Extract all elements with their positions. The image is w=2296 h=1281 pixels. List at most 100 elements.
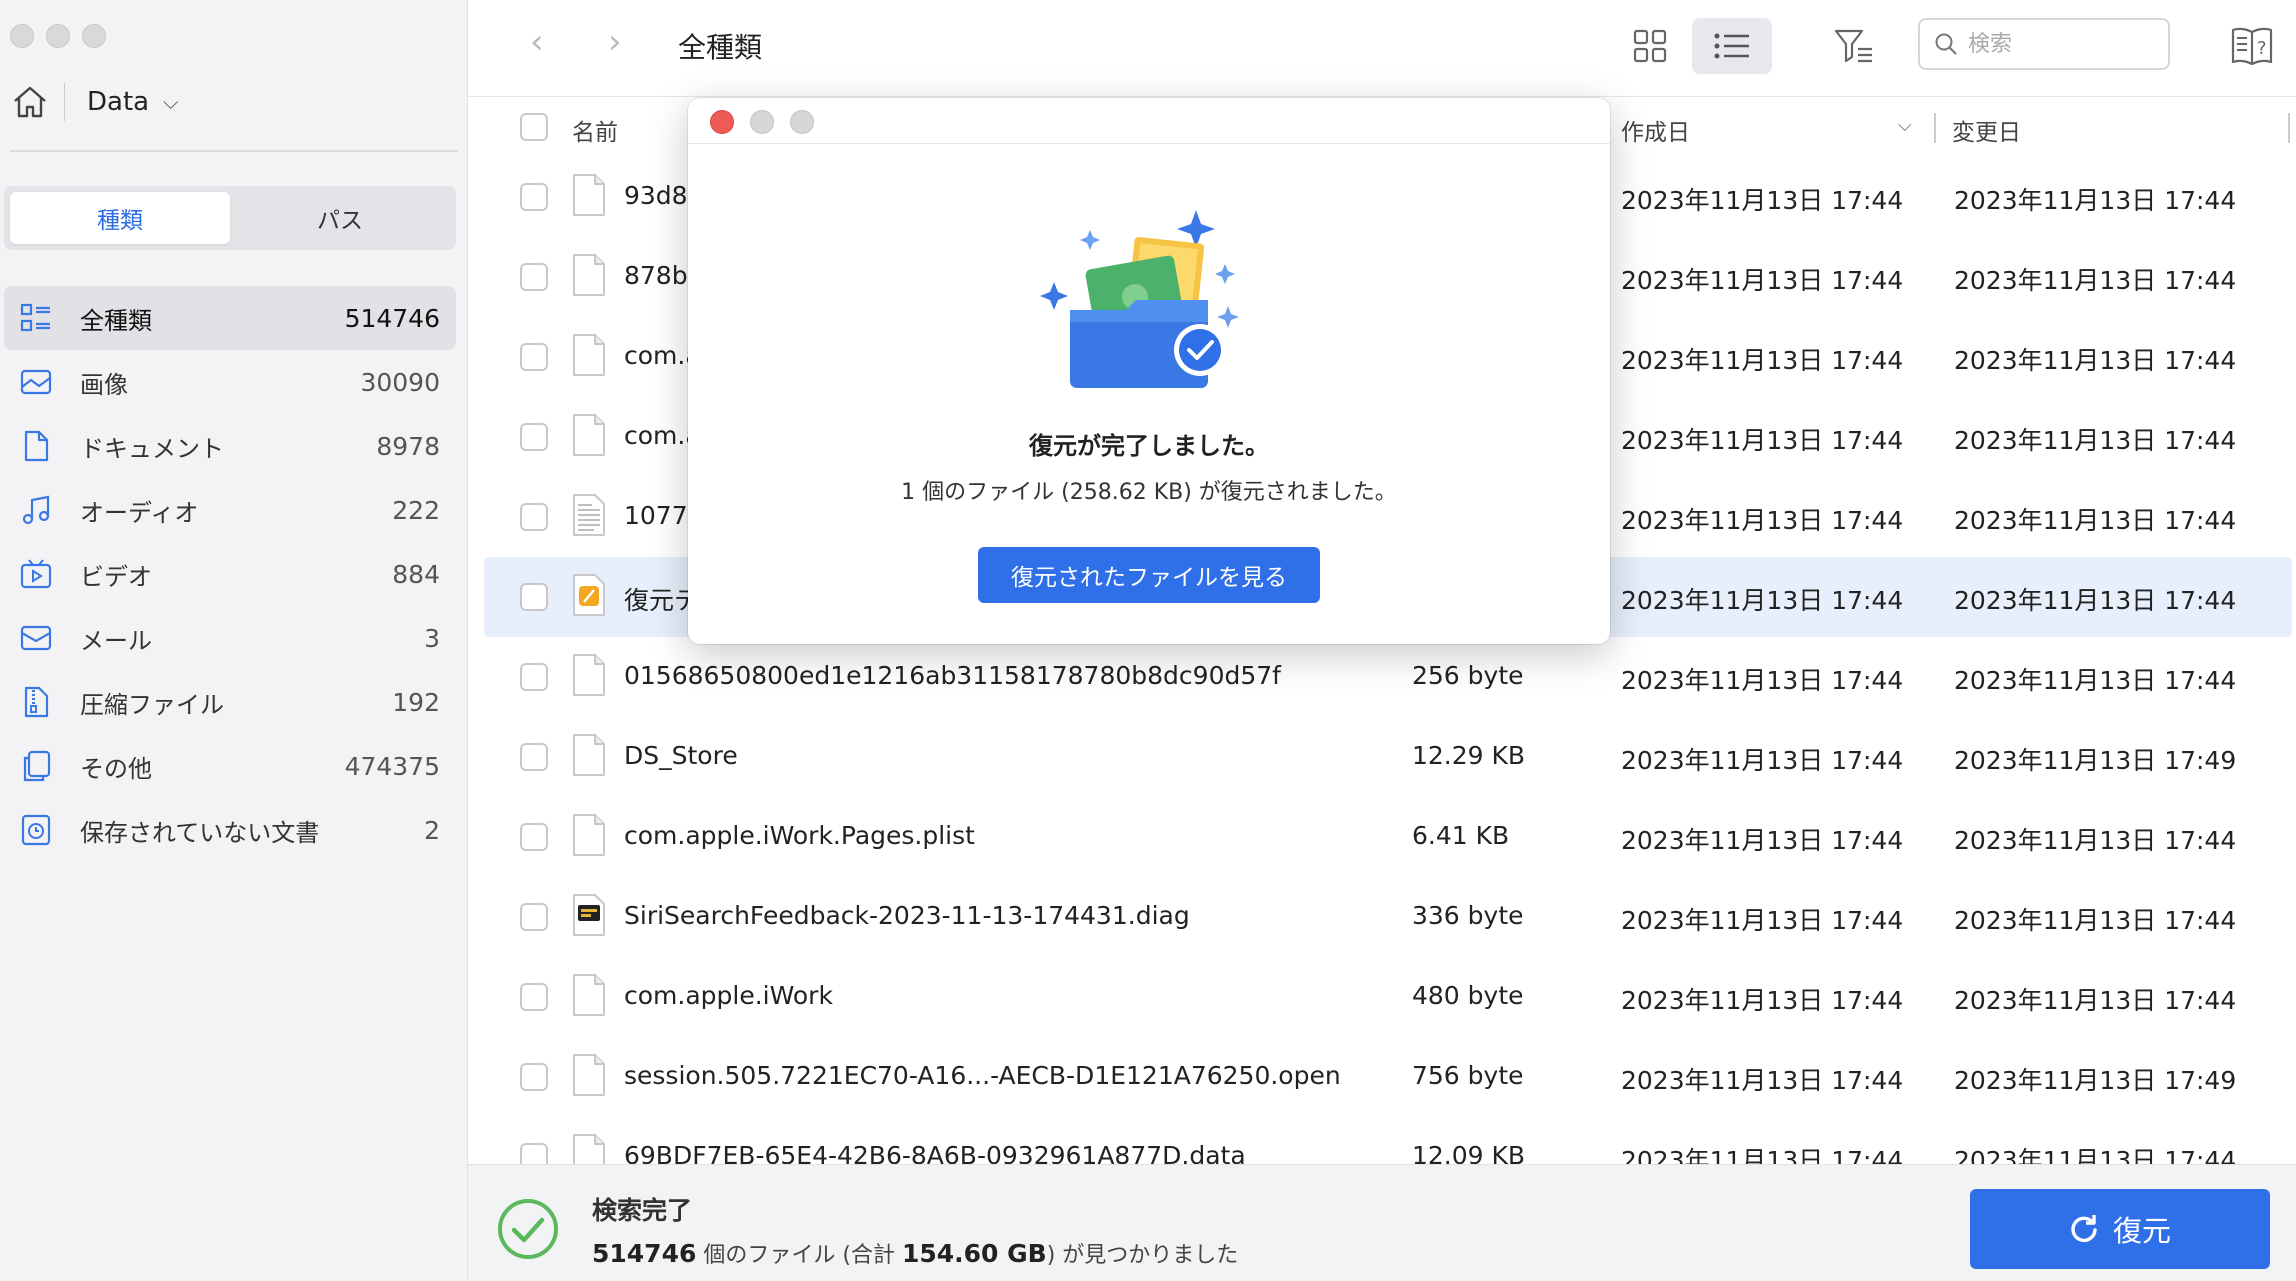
modified-date: 2023年11月13日 17:44: [1954, 346, 2237, 375]
row-checkbox[interactable]: [520, 903, 548, 931]
table-row[interactable]: com.apple.iWork.Pages.plist 6.41 KB 2023年1…: [468, 797, 2296, 877]
created-date: 2023年11月13日 17:44: [1621, 266, 1904, 295]
row-checkbox[interactable]: [520, 343, 548, 371]
status-title: 検索完了: [592, 1196, 693, 1225]
view-recovered-files-button[interactable]: 復元されたファイルを見る: [978, 547, 1320, 603]
file-icon: [572, 893, 606, 937]
category-other[interactable]: その他 474375: [4, 734, 456, 798]
row-checkbox[interactable]: [520, 503, 548, 531]
table-row[interactable]: SiriSearchFeedback-2023-11-13-174431.dia…: [468, 877, 2296, 957]
category-video[interactable]: ビデオ 884: [4, 542, 456, 606]
row-checkbox[interactable]: [520, 743, 548, 771]
select-all-checkbox[interactable]: [520, 113, 548, 141]
file-name: com.apple.iWork: [624, 981, 833, 1010]
archive-icon: [18, 684, 54, 720]
filter-icon: [1834, 29, 1872, 63]
column-header-created[interactable]: 作成日: [1621, 113, 1690, 147]
drive-selector[interactable]: Data ⌵: [10, 80, 178, 124]
row-checkbox[interactable]: [520, 183, 548, 211]
table-row[interactable]: DS_Store 12.29 KB 2023年11月13日 17:44 2023年11…: [468, 717, 2296, 797]
image-icon: [18, 364, 54, 400]
file-icon: [572, 1053, 606, 1097]
forward-chevron-icon[interactable]: ›: [608, 22, 622, 62]
sort-chevron-icon[interactable]: ⌵: [1898, 115, 1912, 136]
column-divider: [2288, 113, 2290, 143]
created-date: 2023年11月13日 17:44: [1621, 186, 1904, 215]
category-mail[interactable]: メール 3: [4, 606, 456, 670]
dialog-window-controls: [710, 110, 814, 134]
table-row[interactable]: session.505.7221EC70-A16...-AECB-D1E121A…: [468, 1037, 2296, 1117]
chevron-down-icon[interactable]: ⌵: [163, 90, 178, 114]
table-row[interactable]: 69BDF7EB-65E4-42B6-8A6B-0932961A877D.dat…: [468, 1117, 2296, 1164]
filter-button[interactable]: [1814, 18, 1894, 74]
segment-type[interactable]: 種類: [10, 192, 230, 244]
list-view-button[interactable]: [1692, 18, 1772, 74]
window-minimize-button[interactable]: [46, 24, 70, 48]
help-button[interactable]: ?: [2212, 18, 2292, 74]
search-input[interactable]: [1968, 31, 2158, 57]
search-box[interactable]: [1918, 18, 2170, 70]
file-name: session.505.7221EC70-A16...-AECB-D1E121A…: [624, 1061, 1341, 1090]
modified-date: 2023年11月13日 17:44: [1954, 426, 2237, 455]
column-header-name[interactable]: 名前: [572, 113, 618, 147]
modified-date: 2023年11月13日 17:44: [1954, 666, 2237, 695]
category-count: 2: [424, 815, 440, 845]
file-name: 93d8: [624, 181, 688, 210]
file-name: SiriSearchFeedback-2023-11-13-174431.dia…: [624, 901, 1190, 930]
row-checkbox[interactable]: [520, 823, 548, 851]
column-divider: [1934, 113, 1936, 143]
dialog-close-button[interactable]: [710, 110, 734, 134]
category-images[interactable]: 画像 30090: [4, 350, 456, 414]
window-controls: [10, 24, 106, 48]
category-label: メール: [80, 626, 152, 655]
category-all[interactable]: 全種類 514746: [4, 286, 456, 350]
row-checkbox[interactable]: [520, 983, 548, 1011]
modified-date: 2023年11月13日 17:44: [1954, 186, 2237, 215]
file-icon: [572, 493, 606, 537]
dialog-titlebar: [688, 98, 1610, 144]
sidebar-divider: [10, 150, 458, 152]
category-count: 222: [392, 495, 440, 525]
file-count: 514746: [592, 1239, 697, 1268]
status-bar: 検索完了 514746 個のファイル (合計 154.60 GB) が見つかりま…: [468, 1164, 2296, 1281]
category-count: 3: [424, 623, 440, 653]
category-archives[interactable]: 圧縮ファイル 192: [4, 670, 456, 734]
drive-separator: [64, 83, 65, 121]
category-count: 8978: [376, 431, 440, 461]
file-name: com.apple.iWork.Pages.plist: [624, 821, 975, 850]
category-audio[interactable]: オーディオ 222: [4, 478, 456, 542]
status-text-mid: 個のファイル (合計: [696, 1243, 902, 1268]
column-header-modified[interactable]: 変更日: [1952, 113, 2021, 147]
category-label: その他: [80, 754, 152, 783]
recover-button[interactable]: 復元: [1970, 1189, 2270, 1269]
svg-text:?: ?: [2257, 38, 2267, 59]
file-icon: [572, 573, 606, 617]
created-date: 2023年11月13日 17:44: [1621, 1066, 1904, 1095]
dialog-zoom-button: [790, 110, 814, 134]
search-icon: [1935, 33, 1957, 55]
created-date: 2023年11月13日 17:44: [1621, 986, 1904, 1015]
row-checkbox[interactable]: [520, 1143, 548, 1164]
row-checkbox[interactable]: [520, 663, 548, 691]
row-checkbox[interactable]: [520, 583, 548, 611]
row-checkbox[interactable]: [520, 263, 548, 291]
table-row[interactable]: com.apple.iWork 480 byte 2023年11月13日 17:44…: [468, 957, 2296, 1037]
created-date: 2023年11月13日 17:44: [1621, 906, 1904, 935]
segment-path[interactable]: パス: [230, 192, 450, 244]
back-chevron-icon[interactable]: ‹: [530, 22, 544, 62]
table-row[interactable]: 01568650800ed1e1216ab31158178780b8dc90d5…: [468, 637, 2296, 717]
file-name: 01568650800ed1e1216ab31158178780b8dc90d5…: [624, 661, 1281, 690]
created-date: 2023年11月13日 17:44: [1621, 506, 1904, 535]
drive-name: Data: [87, 87, 150, 117]
row-checkbox[interactable]: [520, 423, 548, 451]
status-detail: 514746 個のファイル (合計 154.60 GB) が見つかりました: [592, 1237, 1238, 1269]
row-checkbox[interactable]: [520, 1063, 548, 1091]
home-icon[interactable]: [10, 82, 50, 122]
category-documents[interactable]: ドキュメント 8978: [4, 414, 456, 478]
window-close-button[interactable]: [10, 24, 34, 48]
total-size: 154.60 GB: [901, 1239, 1047, 1268]
grid-view-button[interactable]: [1610, 18, 1690, 74]
window-zoom-button[interactable]: [82, 24, 106, 48]
created-date: 2023年11月13日 17:44: [1621, 586, 1904, 615]
category-unsaved[interactable]: 保存されていない文書 2: [4, 798, 456, 862]
